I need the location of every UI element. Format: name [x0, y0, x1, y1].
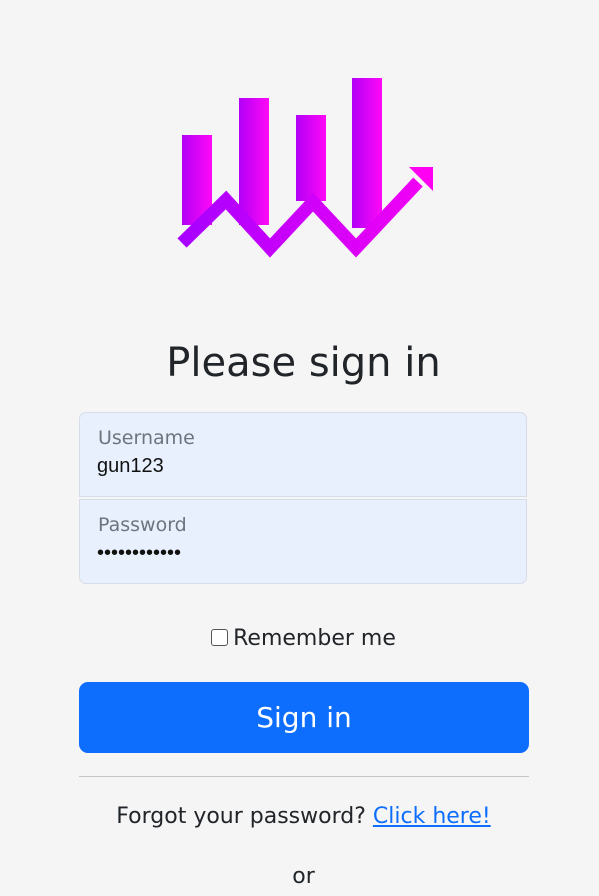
password-field[interactable]: Password — [79, 499, 527, 584]
sign-in-button[interactable]: Sign in — [79, 682, 529, 753]
logo-bar-4 — [352, 78, 382, 228]
username-label: Username — [98, 427, 195, 449]
logo-bar-3 — [296, 115, 326, 201]
remember-me: Remember me — [0, 626, 599, 651]
password-label: Password — [98, 514, 187, 536]
page-title: Please sign in — [166, 340, 441, 386]
username-field[interactable]: Username — [79, 412, 527, 497]
forgot-password: Forgot your password? Click here! — [0, 804, 599, 829]
forgot-password-link[interactable]: Click here! — [373, 804, 491, 829]
remember-me-checkbox[interactable] — [211, 629, 229, 646]
password-input[interactable] — [97, 542, 497, 565]
login-page: Please sign in Username Password Remembe… — [0, 0, 599, 896]
alt-separator: or — [292, 864, 315, 889]
logo-bar-2 — [239, 98, 269, 225]
username-input[interactable] — [97, 455, 497, 478]
app-logo — [177, 78, 433, 258]
forgot-password-prompt: Forgot your password? — [116, 804, 366, 829]
remember-me-label[interactable]: Remember me — [233, 626, 396, 651]
divider — [79, 776, 529, 777]
